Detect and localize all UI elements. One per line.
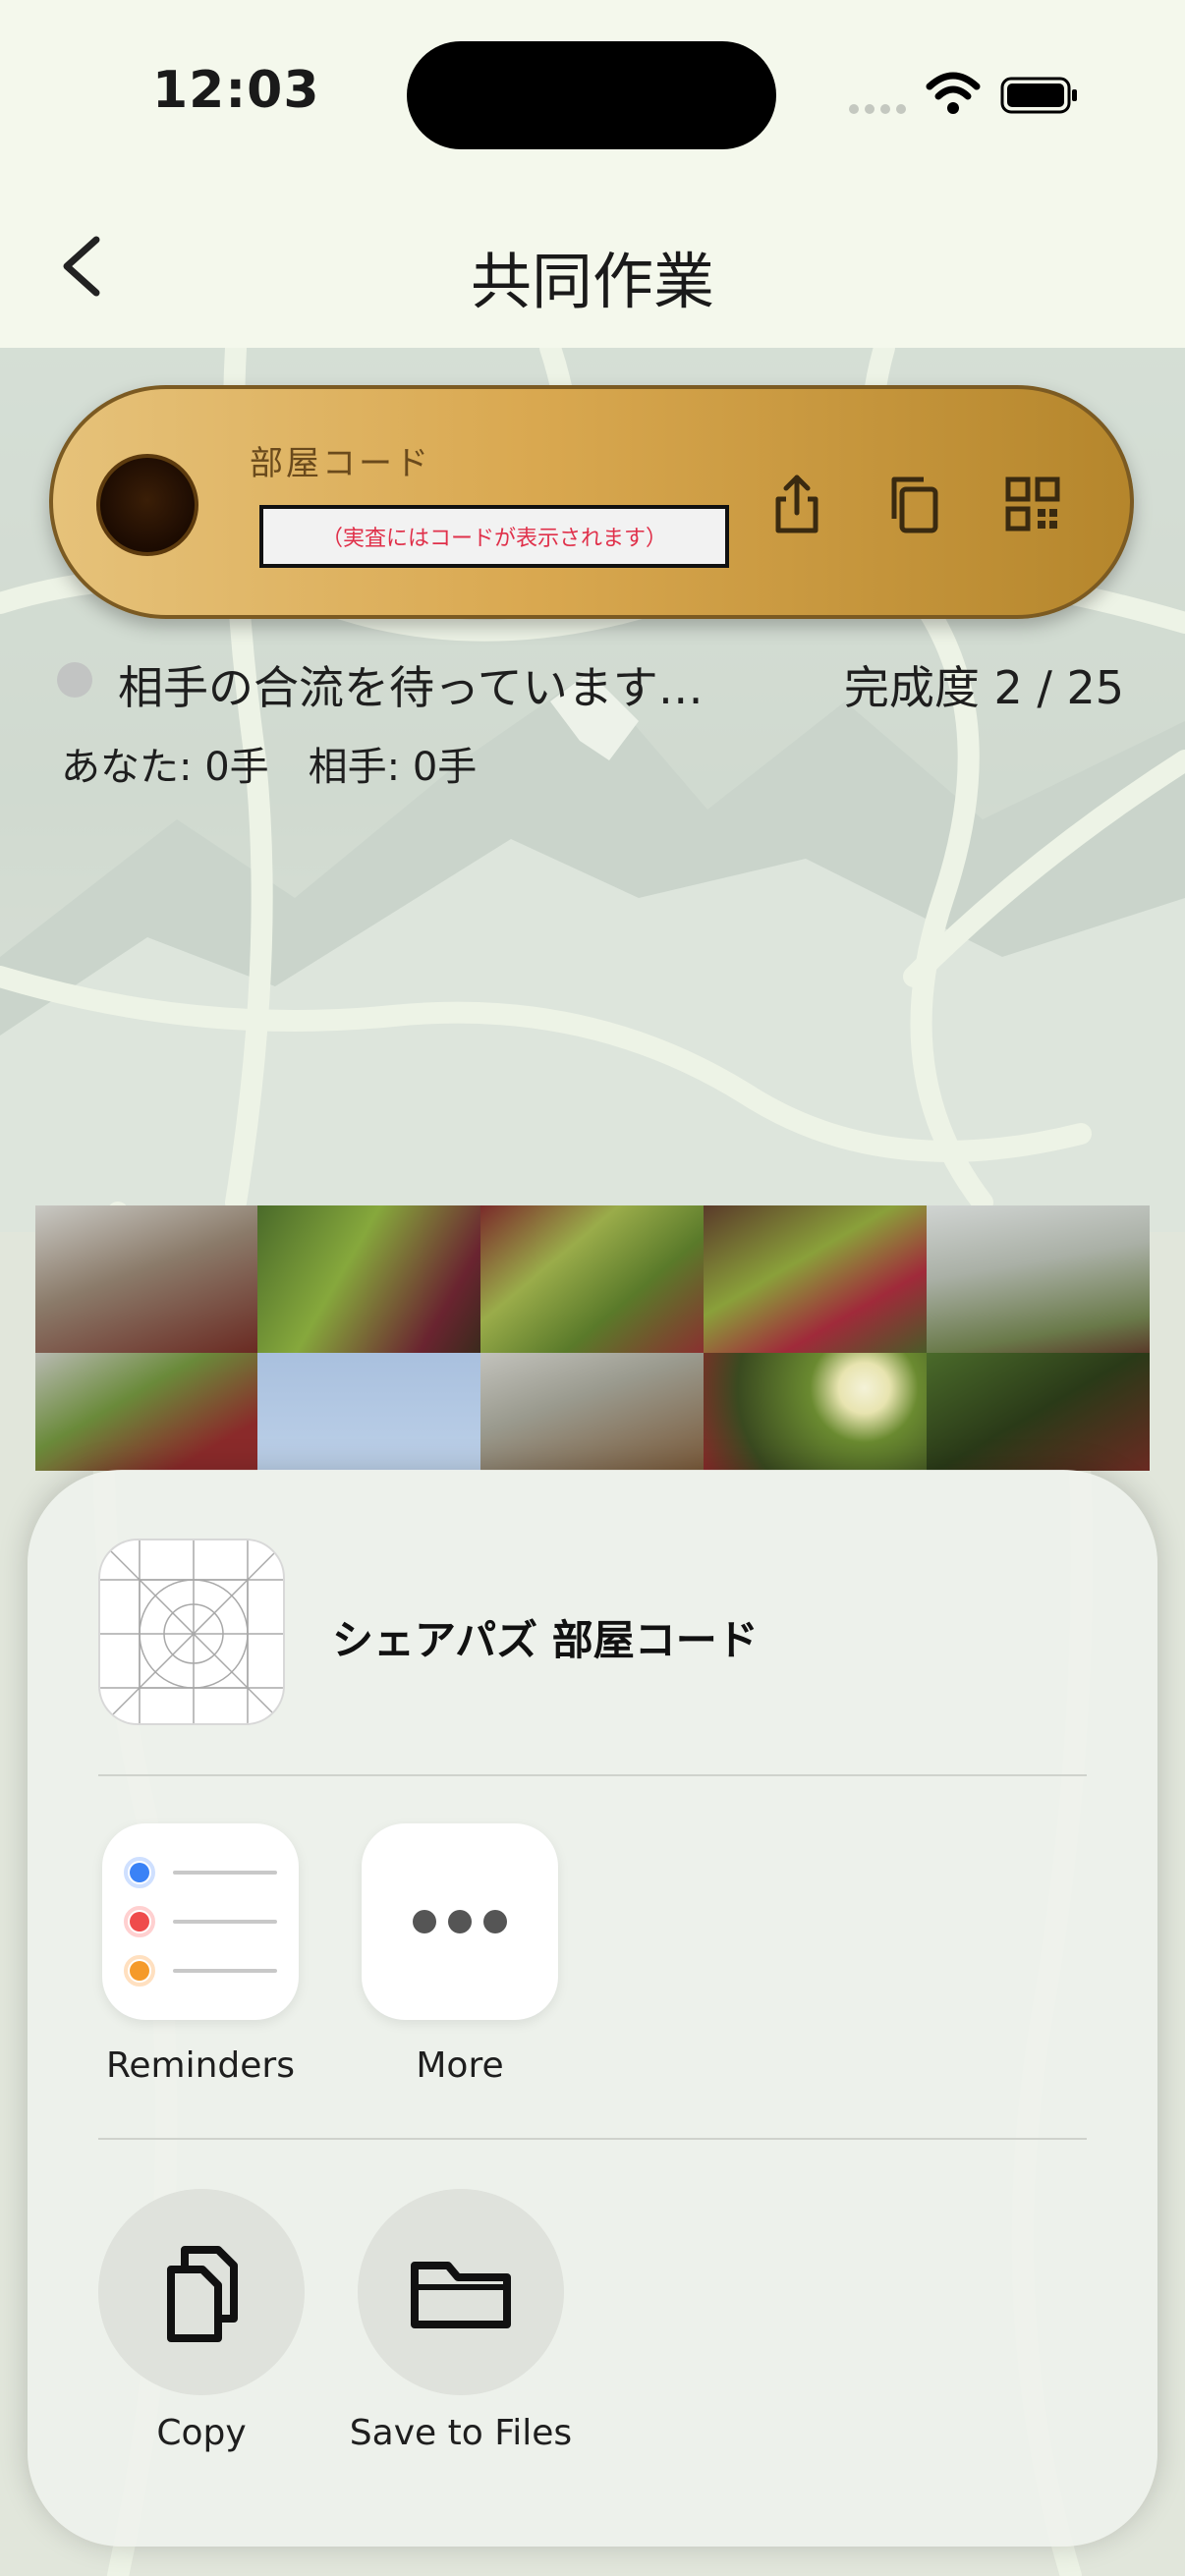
qr-code-icon[interactable] — [998, 470, 1067, 538]
share-icon[interactable] — [762, 470, 831, 538]
share-sheet-title: シェアパズ 部屋コード — [332, 1616, 759, 1664]
battery-icon — [1000, 77, 1077, 114]
room-avatar — [96, 454, 198, 556]
wifi-icon — [926, 72, 981, 114]
share-sheet: シェアパズ 部屋コード Reminders More Copy Save to … — [28, 1470, 1157, 2547]
copy-label: Copy — [156, 2413, 247, 2453]
puzzle-tile[interactable] — [257, 1353, 480, 1471]
cellular-signal-icon — [849, 104, 906, 114]
puzzle-tile[interactable] — [257, 1205, 480, 1353]
puzzle-tile[interactable] — [704, 1205, 927, 1353]
folder-icon — [411, 2262, 511, 2328]
connection-status-dot — [57, 662, 92, 698]
puzzle-tile[interactable] — [480, 1353, 704, 1471]
more-apps-button[interactable] — [362, 1823, 558, 2020]
page-title: 共同作業 — [470, 246, 714, 317]
completion-progress: 完成度 2 / 25 — [843, 661, 1124, 714]
status-time: 12:03 — [152, 61, 320, 120]
puzzle-board — [35, 1205, 1150, 1500]
puzzle-tile[interactable] — [35, 1353, 257, 1471]
move-counts: あなた: 0手 相手: 0手 — [61, 745, 478, 790]
more-label: More — [416, 2045, 504, 2086]
room-code-card: 部屋コード （実査にはコードが表示されます） — [49, 385, 1134, 619]
puzzle-tile[interactable] — [35, 1205, 257, 1353]
room-code-label: 部屋コード — [250, 444, 431, 483]
waiting-status-text: 相手の合流を待っています… — [118, 661, 704, 714]
save-to-files-label: Save to Files — [349, 2413, 573, 2453]
dynamic-island — [407, 41, 776, 149]
copy-document-icon — [167, 2246, 238, 2342]
reminders-icon — [124, 1857, 277, 1987]
copy-action-button[interactable] — [98, 2189, 305, 2395]
puzzle-tile[interactable] — [480, 1205, 704, 1353]
navigation-bar: 共同作業 — [0, 196, 1185, 348]
copy-icon[interactable] — [880, 470, 949, 538]
more-icon — [413, 1910, 507, 1933]
puzzle-tile[interactable] — [927, 1353, 1150, 1471]
reminders-app-button[interactable] — [102, 1823, 299, 2020]
save-to-files-button[interactable] — [358, 2189, 564, 2395]
room-code-value: （実査にはコードが表示されます） — [259, 505, 729, 568]
share-sheet-divider — [98, 2138, 1087, 2140]
share-sheet-divider — [98, 1774, 1087, 1776]
reminders-label: Reminders — [106, 2045, 295, 2086]
puzzle-tile[interactable] — [927, 1205, 1150, 1353]
app-icon-placeholder — [98, 1539, 285, 1725]
puzzle-tile[interactable] — [704, 1353, 927, 1471]
